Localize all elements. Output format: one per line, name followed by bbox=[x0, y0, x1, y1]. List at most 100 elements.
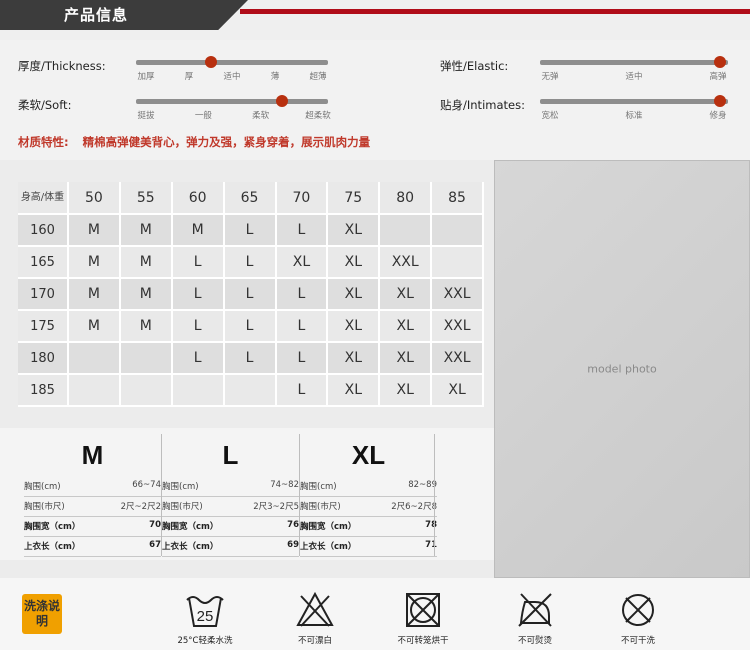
size-cell bbox=[171, 374, 225, 407]
size-cell: L bbox=[171, 278, 225, 311]
product-photo: model photo bbox=[494, 160, 750, 578]
size-cell: XL bbox=[327, 342, 381, 375]
size-chart-table: 身高/体重 50 55 60 65 70 75 80 85 160 M M M L L XL 165 M M L L XL… bbox=[18, 182, 484, 407]
measure-value: 71 bbox=[425, 540, 437, 550]
size-cell: M bbox=[68, 246, 121, 279]
size-table-row: 165 M M L L XL XL XXL bbox=[18, 246, 484, 279]
wash-tub-icon: 25 bbox=[186, 596, 224, 627]
elastic-track bbox=[540, 60, 728, 65]
thickness-tick: 超薄 bbox=[309, 72, 327, 82]
soft-tick: 超柔软 bbox=[305, 111, 331, 121]
card-measure-row: 胸围(市尺) 2尺3~2尺5 bbox=[162, 500, 299, 517]
weight-header: 55 bbox=[119, 182, 173, 215]
size-cell: M bbox=[68, 278, 121, 311]
measure-key: 胸围(cm) bbox=[162, 482, 199, 492]
wash-item: 不可漂白 bbox=[280, 590, 350, 650]
height-header: 170 bbox=[18, 278, 69, 311]
wash-item: 25 25°C轻柔水洗 bbox=[170, 590, 240, 650]
size-cell: L bbox=[223, 214, 277, 247]
material-label: 材质特性: bbox=[18, 135, 69, 149]
weight-header: 80 bbox=[379, 182, 433, 215]
measure-key: 上衣长（cm） bbox=[24, 542, 81, 552]
thickness-track bbox=[136, 60, 328, 65]
size-cell bbox=[119, 342, 173, 375]
row-divider bbox=[162, 496, 299, 497]
intimates-tick: 宽松 bbox=[541, 111, 559, 121]
size-cell: L bbox=[171, 310, 225, 343]
size-cell bbox=[68, 374, 121, 407]
measure-value: 76 bbox=[287, 520, 299, 530]
size-cell: XL bbox=[327, 374, 381, 407]
intimates-track bbox=[540, 99, 728, 104]
card-size-label: L bbox=[222, 440, 239, 470]
size-cell: XL bbox=[379, 278, 433, 311]
card-measure-row: 胸围(市尺) 2尺~2尺2 bbox=[24, 500, 161, 517]
header-accent-line bbox=[240, 9, 750, 14]
measure-value: 2尺3~2尺5 bbox=[253, 502, 299, 512]
measure-key: 胸围(cm) bbox=[24, 482, 61, 492]
size-table-corner: 身高/体重 bbox=[18, 182, 69, 215]
thickness-indicator bbox=[204, 56, 217, 68]
thickness-tick: 加厚 bbox=[137, 72, 155, 82]
elastic-label: 弹性/Elastic: bbox=[440, 59, 509, 73]
size-cell: M bbox=[171, 214, 225, 247]
size-cell bbox=[68, 342, 121, 375]
soft-label: 柔软/Soft: bbox=[18, 98, 72, 112]
size-cell: L bbox=[223, 278, 277, 311]
wash-label: 不可转笼烘干 bbox=[397, 636, 449, 646]
section-header: 产品信息 bbox=[0, 0, 750, 40]
size-cell: XXL bbox=[431, 278, 484, 311]
weight-header: 60 bbox=[171, 182, 225, 215]
size-cell: XL bbox=[327, 310, 381, 343]
thickness-tick: 厚 bbox=[184, 72, 194, 82]
card-size-label: M bbox=[81, 440, 104, 470]
size-cell: L bbox=[171, 246, 225, 279]
row-divider bbox=[300, 516, 437, 517]
intimates-tick: 修身 bbox=[709, 111, 727, 121]
size-table-header-row: 身高/体重 50 55 60 65 70 75 80 85 bbox=[18, 182, 484, 215]
row-divider bbox=[300, 496, 437, 497]
row-divider bbox=[300, 536, 437, 537]
size-cell: M bbox=[119, 246, 173, 279]
size-cell bbox=[119, 374, 173, 407]
card-divider bbox=[434, 434, 435, 556]
size-cell: M bbox=[119, 278, 173, 311]
elastic-tick: 适中 bbox=[625, 72, 643, 82]
height-header: 160 bbox=[18, 214, 69, 247]
thickness-tick: 薄 bbox=[270, 72, 280, 82]
size-cell: L bbox=[275, 310, 329, 343]
soft-tick: 柔软 bbox=[252, 111, 270, 121]
weight-header: 50 bbox=[68, 182, 121, 215]
size-table-row: 160 M M M L L XL bbox=[18, 214, 484, 247]
soft-tick: 一般 bbox=[194, 111, 212, 121]
elastic-tick: 无弹 bbox=[541, 72, 559, 82]
height-header: 185 bbox=[18, 374, 69, 407]
size-cell: XL bbox=[379, 374, 433, 407]
card-measure-row: 上衣长（cm） 71 bbox=[300, 540, 437, 557]
measure-card-l: L 胸围(cm) 74~82 胸围(市尺) 2尺3~2尺5 胸围宽（cm） 76 上衣长（cm… bbox=[162, 434, 299, 557]
card-size-label: XL bbox=[351, 440, 386, 470]
card-measure-row: 胸围(cm) 74~82 bbox=[162, 480, 299, 497]
size-cell bbox=[223, 374, 277, 407]
card-measure-row: 胸围(市尺) 2尺6~2尺8 bbox=[300, 500, 437, 517]
row-divider bbox=[24, 536, 161, 537]
measure-key: 胸围(cm) bbox=[300, 482, 337, 492]
no-dry-clean-icon bbox=[622, 594, 654, 626]
height-header: 165 bbox=[18, 246, 69, 279]
photo-placeholder: model photo bbox=[587, 362, 657, 376]
measure-value: 82~89 bbox=[408, 480, 437, 490]
no-bleach-icon bbox=[296, 591, 334, 627]
size-cell: XL bbox=[379, 310, 433, 343]
size-cell: XL bbox=[431, 374, 484, 407]
size-cell bbox=[379, 214, 433, 247]
wash-label: 不可干洗 bbox=[620, 636, 655, 646]
card-measure-row: 胸围(cm) 82~89 bbox=[300, 480, 437, 497]
measure-key: 上衣长（cm） bbox=[300, 542, 357, 552]
size-cell: XL bbox=[275, 246, 329, 279]
thickness-tick: 适中 bbox=[223, 72, 241, 82]
intimates-tick: 标准 bbox=[625, 111, 643, 121]
wash-item: 不可干洗 bbox=[603, 590, 673, 650]
row-divider bbox=[162, 536, 299, 537]
measure-key: 胸围(市尺) bbox=[300, 502, 341, 512]
measure-key: 胸围(市尺) bbox=[162, 502, 203, 512]
